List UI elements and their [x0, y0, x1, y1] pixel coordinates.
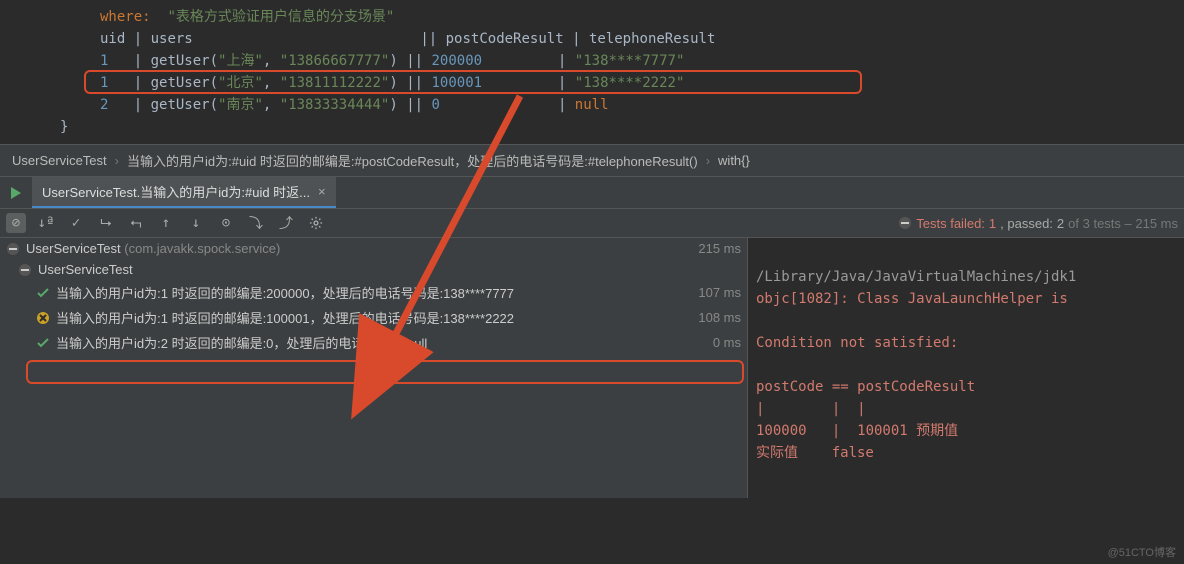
check-icon	[36, 336, 50, 350]
minus-circle-icon	[898, 216, 912, 230]
results-panel: UserServiceTest (com.javakk.spock.servic…	[0, 238, 1184, 498]
filter-passed-button[interactable]: ✓	[66, 213, 86, 233]
chevron-right-icon: ›	[115, 153, 119, 168]
breadcrumb-item[interactable]: UserServiceTest	[12, 153, 107, 168]
test-tree-class[interactable]: UserServiceTest	[0, 259, 747, 280]
console-line: objc[1082]: Class JavaLaunchHelper is	[756, 291, 1076, 307]
breadcrumb-item[interactable]: 当输入的用户id为:#uid 时返回的邮编是:#postCodeResult，处…	[127, 151, 698, 170]
collapse-all-button[interactable]: ⮢	[126, 213, 146, 233]
import-button[interactable]: ⤵	[246, 213, 266, 233]
prev-test-button[interactable]: ↑	[156, 213, 176, 233]
gear-icon	[309, 216, 323, 230]
sort-button[interactable]: ↓ª	[36, 213, 56, 233]
error-icon	[36, 311, 50, 325]
tab-title: UserServiceTest.当输入的用户id为:#uid 时返...	[42, 182, 310, 201]
next-test-button[interactable]: ↓	[186, 213, 206, 233]
console-line: 实际值 false	[756, 445, 874, 461]
settings-button[interactable]	[306, 213, 326, 233]
minus-circle-icon	[18, 263, 32, 277]
close-icon[interactable]: ×	[318, 184, 326, 199]
expand-all-button[interactable]: ⮡	[96, 213, 116, 233]
test-status: Tests failed: 1, passed: 2 of 3 tests – …	[898, 216, 1178, 231]
console-line: postCode == postCodeResult	[756, 379, 975, 395]
chevron-right-icon: ›	[706, 153, 710, 168]
test-passed-item[interactable]: 当输入的用户id为:2 时返回的邮编是:0，处理后的电话号码是:null 0 m…	[0, 330, 747, 355]
test-tree[interactable]: UserServiceTest (com.javakk.spock.servic…	[0, 238, 748, 498]
breadcrumb: UserServiceTest › 当输入的用户id为:#uid 时返回的邮编是…	[0, 144, 1184, 177]
code-table-row: 1 | getUser("北京", "13811112222") || 1000…	[100, 72, 1184, 94]
breadcrumb-item[interactable]: with{}	[718, 153, 750, 168]
test-toolbar: ⊘ ↓ª ✓ ⮡ ⮢ ↑ ↓ ⊙ ⤵ ⤴ Tests failed: 1, pa…	[0, 209, 1184, 238]
minus-circle-icon	[6, 242, 20, 256]
console-line: Condition not satisfied:	[756, 335, 958, 351]
check-icon	[36, 286, 50, 300]
code-line: }	[60, 116, 1184, 138]
test-failed-item[interactable]: 当输入的用户id为:1 时返回的邮编是:100001，处理后的电话号码是:138…	[0, 305, 747, 330]
disable-button[interactable]: ⊘	[6, 213, 26, 233]
export-button[interactable]: ⤴	[276, 213, 296, 233]
run-icon[interactable]	[8, 185, 24, 201]
code-table-row: 2 | getUser("南京", "13833334444") || 0 | …	[100, 94, 1184, 116]
console-line: /Library/Java/JavaVirtualMachines/jdk1	[756, 269, 1076, 285]
zoom-button[interactable]: ⊙	[216, 213, 236, 233]
console-line: | | |	[756, 401, 866, 417]
code-editor[interactable]: where: "表格方式验证用户信息的分支场景" uid | users || …	[0, 0, 1184, 144]
run-tab[interactable]: UserServiceTest.当输入的用户id为:#uid 时返... ×	[32, 177, 336, 208]
code-table-header: uid | users || postCodeResult | telephon…	[100, 28, 1184, 50]
watermark: @51CTO博客	[1108, 544, 1176, 560]
console-line: 100000 | 100001 预期值	[756, 423, 958, 439]
code-line: where: "表格方式验证用户信息的分支场景"	[100, 6, 1184, 28]
test-tree-root[interactable]: UserServiceTest (com.javakk.spock.servic…	[0, 238, 747, 259]
run-tabbar: UserServiceTest.当输入的用户id为:#uid 时返... ×	[0, 177, 1184, 209]
console-output[interactable]: /Library/Java/JavaVirtualMachines/jdk1 o…	[748, 238, 1184, 498]
code-table-row: 1 | getUser("上海", "13866667777") || 2000…	[100, 50, 1184, 72]
test-passed-item[interactable]: 当输入的用户id为:1 时返回的邮编是:200000，处理后的电话号码是:138…	[0, 280, 747, 305]
